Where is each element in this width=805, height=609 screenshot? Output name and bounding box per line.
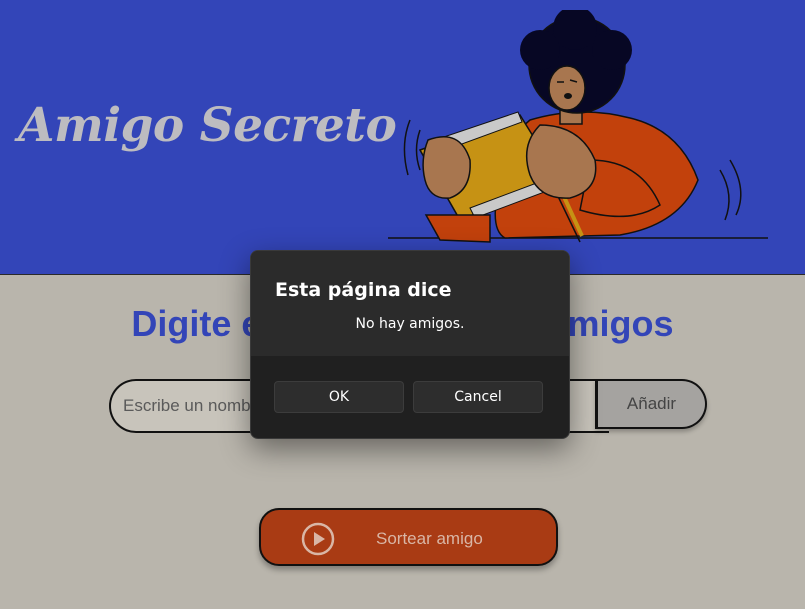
dialog-content: Esta página dice No hay amigos.: [251, 251, 569, 356]
add-button[interactable]: Añadir: [595, 379, 707, 429]
cancel-button[interactable]: Cancel: [413, 381, 543, 413]
header-banner: Amigo Secreto: [0, 0, 805, 275]
draw-friend-button[interactable]: Sortear amigo: [259, 508, 558, 566]
dialog-message: No hay amigos.: [355, 316, 465, 332]
ok-button[interactable]: OK: [274, 381, 404, 413]
alert-dialog: Esta página dice No hay amigos. OK Cance…: [250, 250, 570, 439]
dialog-title: Esta página dice: [275, 279, 452, 301]
person-holding-gift-box-illustration: [388, 10, 768, 243]
play-circle-icon: [301, 522, 335, 556]
draw-button-label: Sortear amigo: [376, 529, 483, 548]
app-title: Amigo Secreto: [18, 98, 397, 153]
